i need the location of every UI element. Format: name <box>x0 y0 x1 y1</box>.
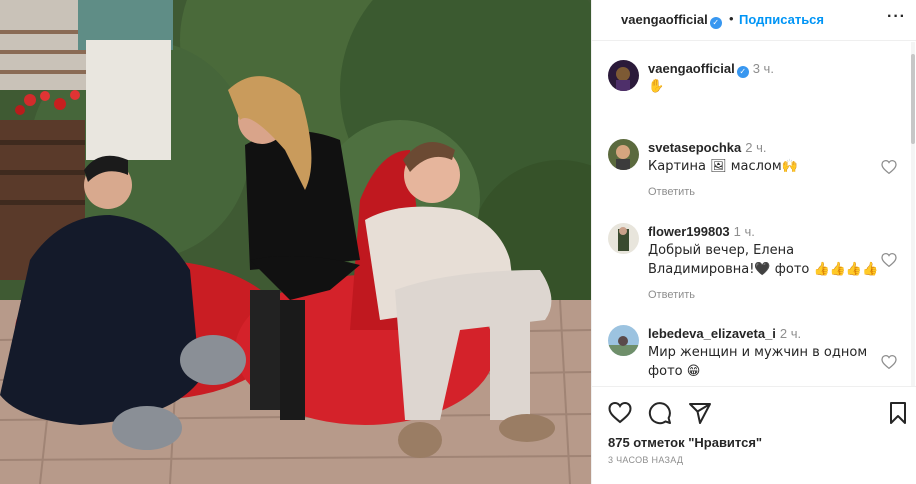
comment-icon[interactable] <box>648 401 672 425</box>
share-icon[interactable] <box>688 401 712 425</box>
header-separator: • <box>729 11 734 26</box>
avatar-image <box>608 60 639 91</box>
comment-time: 2 ч. <box>745 140 767 155</box>
comment-text-line-1: Мир женщин и мужчин в одном <box>648 345 868 360</box>
comments-list[interactable]: vaengaofficial ✓ 3 ч. ✋ svetasepochka 2 ч. … <box>592 42 916 386</box>
comment-text-line-2: Владимировна!🖤 фото 👍👍👍👍 <box>648 262 879 277</box>
profile-username[interactable]: vaengaofficial ✓ <box>621 12 722 29</box>
photo-illustration <box>0 0 591 484</box>
verified-badge-icon: ✓ <box>736 66 749 78</box>
post-photo[interactable] <box>0 0 591 484</box>
avatar-image <box>608 325 639 356</box>
comment-time: 1 ч. <box>733 224 755 239</box>
comment-like-heart-icon[interactable] <box>881 160 897 174</box>
comment-like-heart-icon[interactable] <box>881 253 897 267</box>
comment-avatar[interactable] <box>608 223 639 254</box>
comment-text: Картина 🖼 маслом🙌 <box>648 159 798 174</box>
post-actions: 875 отметок "Нравится" 3 ЧАСОВ НАЗАД <box>592 386 916 484</box>
comment-username[interactable]: svetasepochka <box>648 140 741 155</box>
comment-text-line-1: Добрый вечер, Елена <box>648 243 795 258</box>
comment-header: flower199803 1 ч. <box>648 223 755 241</box>
verified-badge-icon: ✓ <box>709 17 722 29</box>
avatar-image <box>608 223 639 254</box>
follow-button[interactable]: Подписаться <box>739 12 824 27</box>
comment-username[interactable]: lebedeva_elizaveta_i <box>648 326 776 341</box>
caption-header: vaengaofficial ✓ 3 ч. <box>648 60 774 78</box>
reply-button[interactable]: Ответить <box>648 186 695 198</box>
comment-avatar[interactable] <box>608 139 639 170</box>
comment-header: lebedeva_elizaveta_i 2 ч. <box>648 325 801 343</box>
caption-text: ✋ <box>648 79 665 94</box>
likes-count[interactable]: 875 отметок "Нравится" <box>608 435 762 450</box>
comment-avatar[interactable] <box>608 325 639 356</box>
more-options-icon[interactable]: ··· <box>887 8 906 26</box>
comment-time: 2 ч. <box>779 326 802 341</box>
comments-scrollbar-thumb[interactable] <box>911 54 915 144</box>
caption-time: 3 ч. <box>752 61 774 76</box>
post-header: vaengaofficial ✓ • Подписаться ··· <box>592 0 916 41</box>
comment-text-line-2: фото 😁 <box>648 364 701 379</box>
reply-button[interactable]: Ответить <box>648 289 695 301</box>
comment-header: svetasepochka 2 ч. <box>648 139 766 157</box>
post-time-ago[interactable]: 3 ЧАСОВ НАЗАД <box>608 455 683 465</box>
bookmark-icon[interactable] <box>886 401 910 425</box>
caption-avatar[interactable] <box>608 60 639 91</box>
comment-username[interactable]: flower199803 <box>648 224 730 239</box>
avatar-image <box>608 139 639 170</box>
post-side-panel: vaengaofficial ✓ • Подписаться ··· vaenga… <box>591 0 916 484</box>
caption-username[interactable]: vaengaofficial <box>648 61 735 76</box>
heart-icon[interactable] <box>608 401 632 425</box>
header-username[interactable]: vaengaofficial <box>621 12 708 27</box>
comment-like-heart-icon[interactable] <box>881 355 897 369</box>
